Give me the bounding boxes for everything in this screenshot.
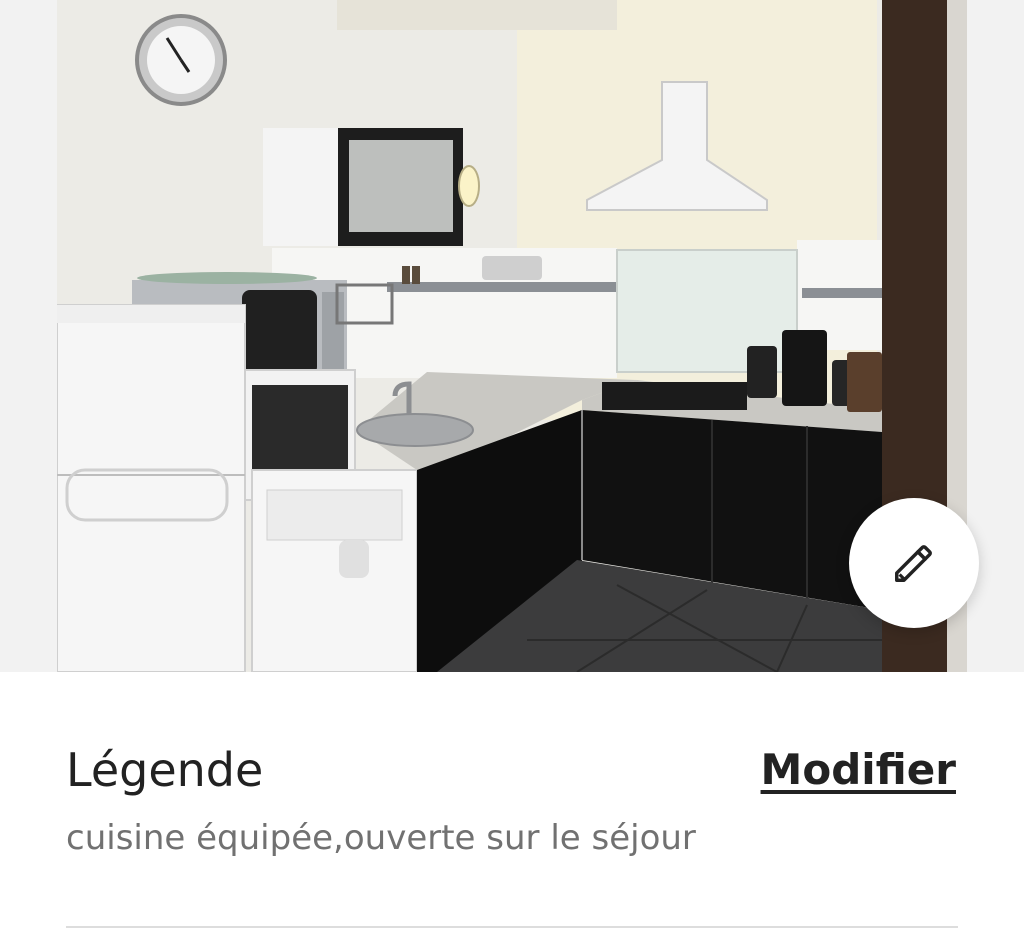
edit-photo-button[interactable] bbox=[849, 498, 979, 628]
caption-title: Légende bbox=[66, 743, 264, 797]
modify-caption-link[interactable]: Modifier bbox=[761, 740, 956, 800]
divider bbox=[66, 926, 958, 928]
listing-photo bbox=[57, 0, 967, 672]
caption-header: Légende Modifier bbox=[66, 740, 956, 810]
photo-area bbox=[0, 0, 1024, 672]
pencil-icon bbox=[895, 545, 932, 582]
caption-text: cuisine équipée,ouverte sur le séjour bbox=[66, 818, 696, 858]
kitchen-photo-illustration bbox=[57, 0, 967, 672]
